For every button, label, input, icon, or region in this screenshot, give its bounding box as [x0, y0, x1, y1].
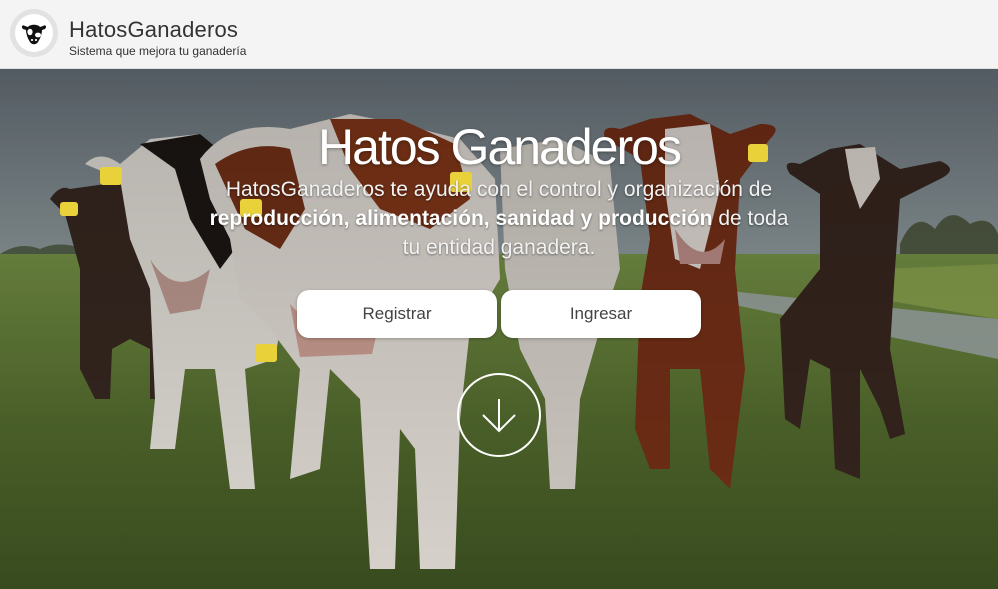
site-header: HatosGanaderos Sistema que mejora tu gan…	[0, 0, 998, 69]
arrow-down-circle-icon	[482, 399, 516, 433]
hero-description-highlight: reproducción, alimentación, sanidad y pr…	[209, 207, 713, 230]
hero-description-intro: HatosGanaderos te ayuda con el control y…	[225, 178, 773, 201]
register-button[interactable]: Registrar	[297, 290, 497, 338]
brand-subtitle: Sistema que mejora tu ganadería	[69, 44, 247, 58]
brand-title[interactable]: HatosGanaderos	[69, 17, 238, 43]
cow-logo-icon[interactable]	[10, 9, 58, 57]
hero-description: HatosGanaderos te ayuda con el control y…	[199, 175, 799, 262]
hero-title: Hatos Ganaderos	[318, 119, 682, 175]
login-button[interactable]: Ingresar	[501, 290, 701, 338]
scroll-down-button[interactable]	[457, 373, 541, 457]
hero-section: Hatos Ganaderos HatosGanaderos te ayuda …	[0, 69, 998, 589]
